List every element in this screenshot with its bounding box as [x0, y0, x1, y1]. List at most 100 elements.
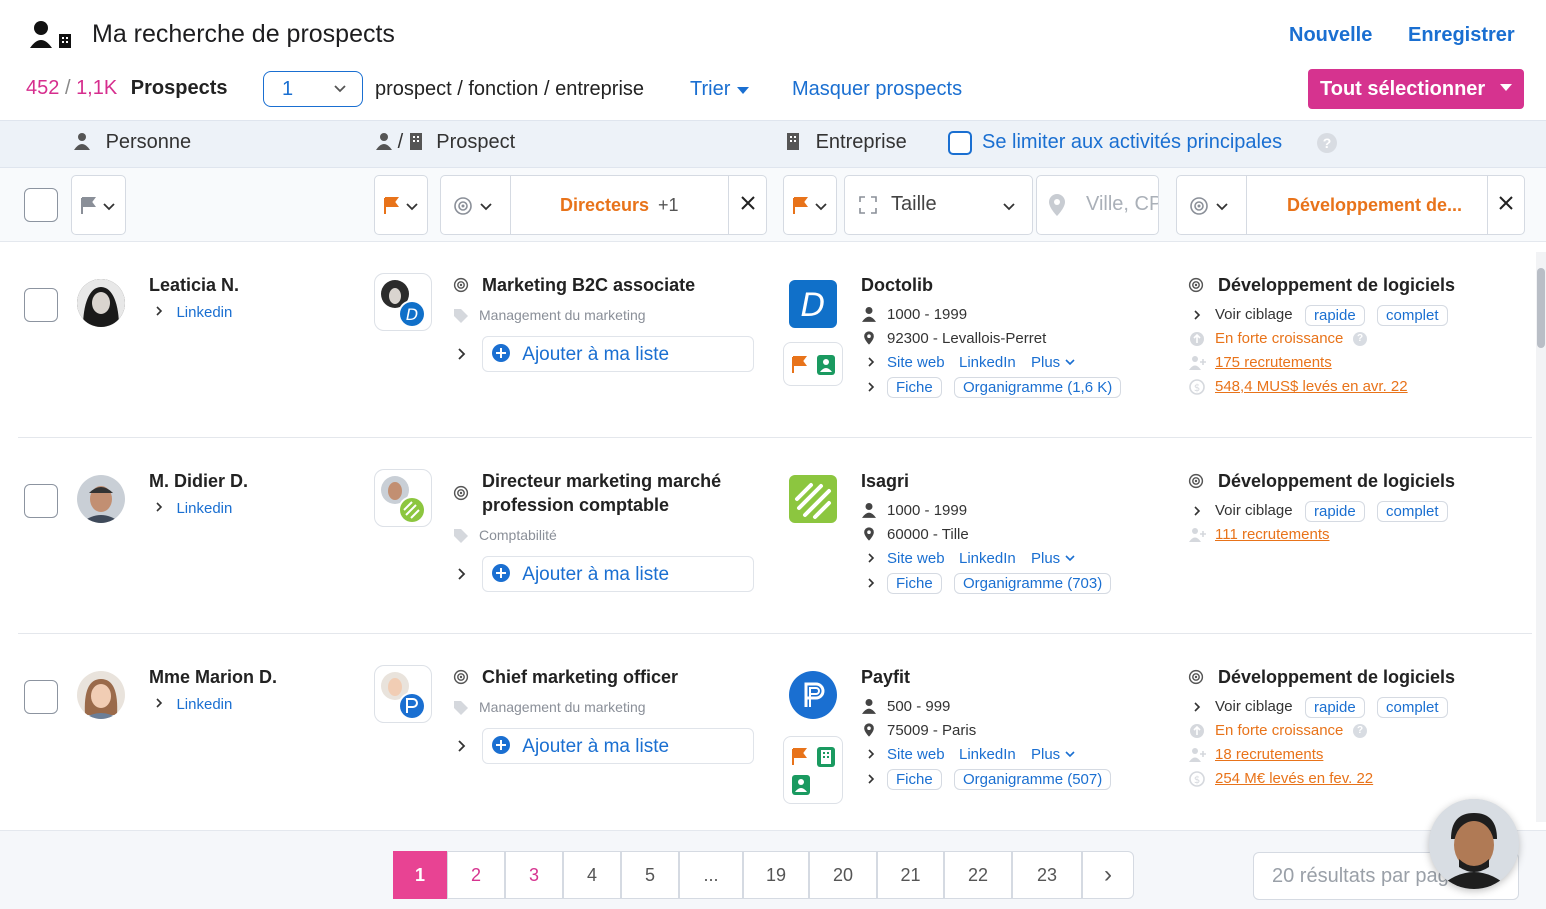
targeting-full-button[interactable]: complet: [1377, 305, 1448, 326]
help-icon[interactable]: ?: [1353, 724, 1367, 738]
prospect-company-icon: [28, 20, 76, 50]
organigram-button[interactable]: Organigramme (1,6 K): [954, 377, 1122, 398]
chevron-right-icon[interactable]: [456, 739, 468, 758]
function-filter[interactable]: Directeurs +1: [440, 175, 767, 235]
sort-button[interactable]: Trier: [690, 78, 750, 101]
company-badges: [783, 736, 843, 804]
recruitments-link[interactable]: 18 recrutements: [1215, 746, 1323, 763]
row-checkbox[interactable]: [24, 680, 58, 714]
person-flag-filter[interactable]: [71, 175, 126, 235]
next-page-button[interactable]: ›: [1082, 851, 1134, 899]
funding-link[interactable]: 254 M€ levés en fev. 22: [1215, 770, 1373, 787]
targeting-quick-button[interactable]: rapide: [1305, 501, 1365, 522]
person-name[interactable]: M. Didier D.: [149, 471, 248, 492]
function-filter-extra: +1: [658, 195, 679, 215]
new-search-button[interactable]: Nouvelle: [1289, 24, 1372, 47]
site-web-link[interactable]: Site web: [887, 746, 945, 763]
company-logo[interactable]: D: [789, 280, 837, 328]
company-logo[interactable]: [789, 671, 837, 719]
select-all-checkbox[interactable]: [24, 188, 58, 222]
company-flag-filter[interactable]: [783, 175, 837, 235]
more-links-button[interactable]: Plus: [1031, 746, 1076, 763]
more-links-button[interactable]: Plus: [1031, 354, 1076, 371]
fiche-button[interactable]: Fiche: [887, 573, 942, 594]
company-linkedin-link[interactable]: LinkedIn: [959, 746, 1016, 763]
prospect-flag-filter[interactable]: [374, 175, 428, 235]
page-button[interactable]: 20: [809, 851, 877, 899]
site-web-link[interactable]: Site web: [887, 354, 945, 371]
target-icon: [1190, 197, 1228, 215]
page-button[interactable]: 4: [563, 851, 621, 899]
more-links-button[interactable]: Plus: [1031, 550, 1076, 567]
page-button[interactable]: 23: [1012, 851, 1082, 899]
row-checkbox[interactable]: [24, 484, 58, 518]
page-button[interactable]: 2: [447, 851, 505, 899]
city-filter[interactable]: Ville, CP: [1036, 175, 1159, 235]
organigram-button[interactable]: Organigramme (703): [954, 573, 1112, 594]
page-button[interactable]: 19: [743, 851, 809, 899]
chevron-right-icon: [1192, 308, 1202, 326]
add-to-list-button[interactable]: Ajouter à ma liste: [482, 336, 754, 372]
fiche-button[interactable]: Fiche: [887, 377, 942, 398]
city-filter-placeholder: Ville, CP: [1086, 193, 1159, 215]
support-chat-avatar[interactable]: [1429, 799, 1519, 889]
row-checkbox[interactable]: [24, 288, 58, 322]
add-to-list-button[interactable]: Ajouter à ma liste: [482, 556, 754, 592]
scrollbar[interactable]: [1536, 252, 1546, 822]
company-name[interactable]: Payfit: [861, 667, 910, 688]
per-company-select[interactable]: 1: [263, 71, 363, 107]
linkedin-link[interactable]: Linkedin: [154, 696, 232, 714]
scrollbar-thumb[interactable]: [1537, 268, 1545, 348]
more-label: Plus: [1031, 746, 1061, 763]
location-pin-icon: [1049, 194, 1065, 216]
hide-prospects-button[interactable]: Masquer prospects: [792, 78, 962, 101]
linkedin-link[interactable]: Linkedin: [154, 500, 232, 518]
company-logo[interactable]: [789, 475, 837, 523]
person-name[interactable]: Mme Marion D.: [149, 667, 277, 688]
targeting-quick-button[interactable]: rapide: [1305, 697, 1365, 718]
funding-link[interactable]: 548,4 MUS$ levés en avr. 22: [1215, 378, 1408, 395]
page-button[interactable]: 3: [505, 851, 563, 899]
page-button[interactable]: 5: [621, 851, 679, 899]
size-filter[interactable]: Taille: [844, 175, 1033, 235]
fiche-button[interactable]: Fiche: [887, 769, 942, 790]
chevron-down-icon: [1065, 555, 1075, 562]
company-linkedin-link[interactable]: LinkedIn: [959, 550, 1016, 567]
recruitments-link[interactable]: 175 recrutements: [1215, 354, 1332, 371]
select-all-button[interactable]: Tout sélectionner: [1308, 69, 1524, 109]
linkedin-link[interactable]: Linkedin: [154, 304, 232, 322]
targeting-full-button[interactable]: complet: [1377, 501, 1448, 522]
targeting-quick-button[interactable]: rapide: [1305, 305, 1365, 326]
clear-activity-filter-close-icon[interactable]: [1495, 192, 1517, 219]
company-name[interactable]: Doctolib: [861, 275, 933, 296]
organigram-button[interactable]: Organigramme (507): [954, 769, 1112, 790]
chevron-right-icon: [866, 551, 876, 569]
funding-icon: $: [1189, 379, 1205, 400]
recruitments-link[interactable]: 111 recrutements: [1215, 526, 1330, 543]
site-web-link[interactable]: Site web: [887, 550, 945, 567]
person-icon: [862, 502, 876, 523]
flag-icon: [81, 197, 115, 214]
chevron-right-icon: [1192, 504, 1202, 522]
add-to-list-label: Ajouter à ma liste: [522, 344, 670, 365]
add-to-list-button[interactable]: Ajouter à ma liste: [482, 728, 754, 764]
job-category: Management du marketing: [479, 699, 646, 715]
help-icon[interactable]: ?: [1353, 332, 1367, 346]
company-linkedin-link[interactable]: LinkedIn: [959, 354, 1016, 371]
main-activities-label[interactable]: Se limiter aux activités principales: [982, 131, 1282, 154]
chevron-down-icon: [1065, 751, 1075, 758]
targeting-full-button[interactable]: complet: [1377, 697, 1448, 718]
company-name[interactable]: Isagri: [861, 471, 909, 492]
main-activities-checkbox[interactable]: [948, 131, 972, 155]
page-button-active[interactable]: 1: [393, 851, 447, 899]
page-button[interactable]: 22: [944, 851, 1012, 899]
chevron-right-icon[interactable]: [456, 567, 468, 586]
job-category: Comptabilité: [479, 527, 557, 543]
clear-function-filter-close-icon[interactable]: [737, 192, 759, 219]
chevron-right-icon[interactable]: [456, 347, 468, 366]
save-search-button[interactable]: Enregistrer: [1408, 24, 1515, 47]
help-icon[interactable]: ?: [1317, 133, 1337, 153]
person-name[interactable]: Leaticia N.: [149, 275, 239, 296]
page-button[interactable]: 21: [877, 851, 944, 899]
activity-filter[interactable]: Développement de...: [1176, 175, 1525, 235]
